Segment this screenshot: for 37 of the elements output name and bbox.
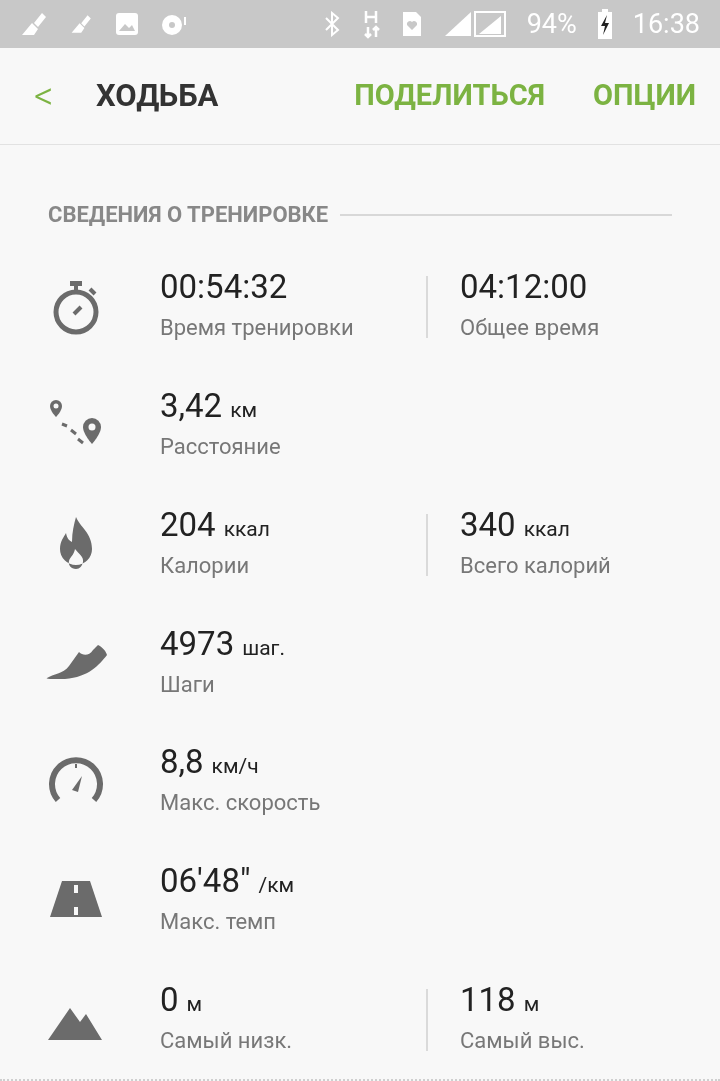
stat-label: Самый низк. bbox=[160, 1026, 294, 1055]
stat-label: Всего калорий bbox=[460, 551, 611, 580]
image-icon bbox=[114, 11, 140, 37]
stat-value: 118 bbox=[460, 982, 516, 1016]
stat-label: Самый выс. bbox=[460, 1026, 585, 1055]
stat-label: Макс. скорость bbox=[160, 789, 322, 818]
stat-label: Расстояние bbox=[160, 433, 282, 462]
stat-value: 06'48" bbox=[160, 863, 251, 897]
stat-unit: км/ч bbox=[211, 756, 259, 778]
stat-value: 204 bbox=[160, 507, 216, 541]
stat-value: 3,42 bbox=[160, 389, 223, 423]
stat-value: 00:54:32 bbox=[160, 270, 288, 304]
stat-unit: шаг. bbox=[242, 637, 285, 659]
header-action[interactable]: ОПЦИИ bbox=[592, 74, 696, 118]
sim-heart-icon bbox=[400, 10, 423, 38]
stat-unit: ккал bbox=[223, 518, 270, 540]
stat-label: Общее время bbox=[460, 314, 600, 343]
stat-value: 4973 bbox=[160, 626, 235, 660]
stat-unit: км bbox=[230, 400, 258, 422]
battery-charging-icon bbox=[596, 9, 613, 39]
stat-value: 0 bbox=[160, 982, 179, 1016]
stat-unit: ккал bbox=[523, 518, 570, 540]
stat-label: Время тренировки bbox=[160, 314, 355, 343]
stat-unit: м bbox=[523, 993, 540, 1015]
stat-label: Калории bbox=[160, 551, 251, 580]
header-action[interactable]: ПОДЕЛИТЬСЯ bbox=[354, 74, 545, 118]
stat-value: 04:12:00 bbox=[460, 270, 588, 304]
data-arrows-icon bbox=[362, 9, 381, 39]
stat-label: Шаги bbox=[160, 670, 216, 699]
stat-value: 8,8 bbox=[160, 745, 204, 779]
stat-label: Макс. темп bbox=[160, 907, 278, 936]
stat-unit: /км bbox=[258, 874, 295, 896]
section-title: СВЕДЕНИЯ О ТРЕНИРОВКЕ bbox=[48, 201, 329, 229]
screen-title: ХОДЬБА bbox=[96, 75, 219, 116]
stat-unit: м bbox=[186, 993, 203, 1015]
back-button[interactable]: < bbox=[34, 77, 74, 115]
stat-value: 340 bbox=[460, 507, 516, 541]
